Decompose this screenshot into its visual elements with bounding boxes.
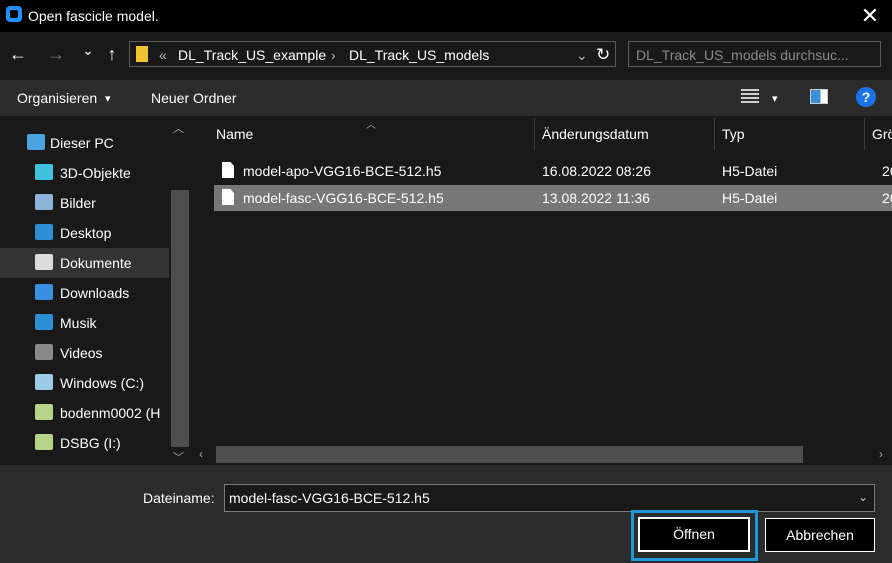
sidebar-item[interactable]: Dieser PC [0, 128, 169, 158]
column-header-name[interactable]: Name [216, 126, 253, 142]
app-icon [6, 6, 22, 22]
scroll-left-icon[interactable]: ‹ [199, 447, 203, 461]
file-row[interactable]: model-apo-VGG16-BCE-512.h5 16.08.2022 08:… [214, 158, 892, 184]
chevron-down-icon[interactable]: ⌄ [858, 490, 868, 504]
file-date: 13.08.2022 11:36 [542, 190, 650, 206]
file-type: H5-Datei [722, 190, 778, 206]
scroll-down-icon[interactable]: ﹀ [173, 449, 184, 465]
sidebar-item[interactable]: Musik [0, 308, 169, 338]
window-title: Open fascicle model. [28, 8, 159, 24]
drive-icon [35, 374, 53, 390]
sidebar-item-label: Desktop [60, 225, 112, 241]
scroll-right-icon[interactable]: › [879, 447, 883, 461]
cancel-button[interactable]: Abbrechen [765, 518, 875, 552]
organize-button[interactable]: Organisieren [17, 90, 97, 106]
horizontal-scroll-thumb[interactable] [216, 446, 803, 463]
breadcrumb-overflow[interactable]: « [159, 47, 167, 63]
filename-label: Dateiname: [143, 490, 215, 506]
sidebar-item[interactable]: bodenm0002 (H [0, 398, 169, 428]
help-icon[interactable]: ? [856, 87, 876, 107]
sort-ascending-icon: ︿ [366, 120, 376, 131]
network-drive-icon [35, 404, 53, 420]
chevron-down-icon[interactable]: ▾ [105, 92, 111, 105]
preview-pane-icon[interactable] [810, 89, 828, 104]
file-row[interactable]: model-fasc-VGG16-BCE-512.h5 13.08.2022 11… [214, 185, 892, 211]
sidebar-item[interactable]: Bilder [0, 188, 169, 218]
download-icon [35, 284, 53, 300]
sidebar-item-label: DSBG (I:) [60, 435, 121, 451]
forward-button[interactable]: → [44, 44, 68, 65]
sidebar-item-label: Downloads [60, 285, 130, 301]
videos-icon [35, 344, 53, 360]
column-header-type[interactable]: Typ [722, 126, 745, 142]
breadcrumb-item[interactable]: DL_Track_US_example [178, 47, 326, 63]
file-icon [222, 162, 234, 178]
breadcrumb-separator[interactable]: › [331, 47, 336, 63]
sidebar-item[interactable]: 3D-Objekte [0, 158, 169, 188]
cube-icon [35, 164, 53, 180]
new-folder-button[interactable]: Neuer Ordner [151, 90, 237, 106]
view-dropdown-icon[interactable]: ▾ [772, 92, 778, 105]
file-name: model-apo-VGG16-BCE-512.h5 [243, 163, 442, 179]
sidebar-item[interactable]: DSBG (I:) [0, 428, 169, 458]
folder-icon [136, 46, 148, 62]
file-icon [222, 189, 234, 205]
column-header-date[interactable]: Änderungsdatum [542, 126, 649, 142]
open-button[interactable]: Öffnen [638, 517, 750, 552]
breadcrumb-item[interactable]: DL_Track_US_models [349, 47, 489, 63]
sidebar-item[interactable]: Desktop [0, 218, 169, 248]
address-dropdown-icon[interactable]: ⌄ [576, 47, 588, 64]
refresh-icon[interactable]: ↻ [596, 45, 610, 65]
column-divider[interactable] [714, 118, 715, 150]
sidebar-item-label: Musik [60, 315, 97, 331]
sidebar-item[interactable]: Downloads [0, 278, 169, 308]
file-date: 16.08.2022 08:26 [542, 163, 651, 179]
column-divider[interactable] [864, 118, 865, 150]
music-icon [35, 314, 53, 330]
sidebar-item-label: Dokumente [60, 255, 132, 271]
file-type: H5-Datei [722, 163, 778, 179]
scroll-up-icon[interactable]: ︿ [173, 120, 184, 136]
sidebar-item[interactable]: Videos [0, 338, 169, 368]
sidebar-item-label: Videos [60, 345, 103, 361]
filename-value[interactable]: model-fasc-VGG16-BCE-512.h5 [229, 490, 430, 506]
sidebar-scroll-thumb[interactable] [171, 190, 189, 447]
sidebar-item-label: bodenm0002 (H [60, 405, 161, 421]
search-placeholder[interactable]: DL_Track_US_models durchsuc... [636, 47, 849, 63]
pc-icon [27, 134, 45, 150]
sidebar-item-label: 3D-Objekte [60, 165, 131, 181]
column-header-size[interactable]: Grö [872, 126, 892, 142]
sidebar-item[interactable]: Windows (C:) [0, 368, 169, 398]
pictures-icon [35, 194, 53, 210]
desktop-icon [35, 224, 53, 240]
documents-icon [35, 254, 53, 270]
recent-locations-button[interactable]: ⌄ [76, 42, 100, 59]
file-name: model-fasc-VGG16-BCE-512.h5 [243, 190, 444, 206]
sidebar-item-label: Dieser PC [50, 135, 114, 151]
view-options-icon[interactable] [741, 89, 759, 103]
file-size: 26 [882, 163, 892, 179]
file-size: 26 [882, 190, 892, 206]
back-button[interactable]: ← [6, 44, 30, 65]
sidebar-item-label: Bilder [60, 195, 96, 211]
column-divider[interactable] [534, 118, 535, 150]
close-button[interactable]: ✕ [848, 0, 892, 32]
file-name-panel [0, 465, 892, 563]
network-drive-icon [35, 434, 53, 450]
sidebar-item-label: Windows (C:) [60, 375, 145, 391]
sidebar-item[interactable]: Dokumente [0, 248, 169, 278]
up-button[interactable]: ↑ [100, 44, 124, 65]
